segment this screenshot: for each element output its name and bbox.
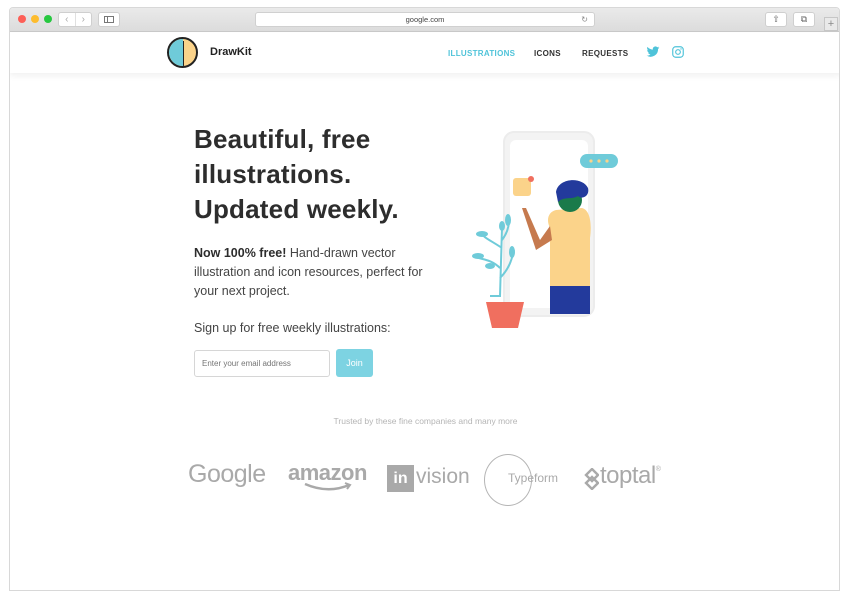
tabs-overview-button[interactable]: ⧉ (793, 12, 815, 27)
minimize-window-button[interactable] (31, 15, 39, 23)
logo-half (169, 39, 183, 66)
zoom-window-button[interactable] (44, 15, 52, 23)
hero-description: Now 100% free! Hand-drawn vector illustr… (194, 244, 434, 301)
instagram-icon[interactable] (671, 45, 685, 59)
sidebar-icon (104, 16, 114, 23)
hero-title-line: illustrations. (194, 159, 352, 189)
nav-requests[interactable]: REQUESTS (582, 49, 628, 58)
join-button[interactable]: Join (336, 349, 373, 377)
drawkit-logo[interactable] (167, 37, 203, 68)
trusted-label: Trusted by these fine companies and many… (333, 416, 518, 426)
hero-title-line: Updated weekly. (194, 194, 399, 224)
browser-toolbar: ‹ › google.com ↻ ⇧ ⧉ + (10, 8, 839, 32)
brand-name[interactable]: DrawKit (210, 46, 252, 58)
logo-line (183, 41, 184, 66)
close-window-button[interactable] (18, 15, 26, 23)
trademark-symbol: ® (655, 466, 661, 473)
forward-button[interactable]: › (76, 13, 92, 26)
share-button[interactable]: ⇧ (765, 12, 787, 27)
typeform-logo: Typeform (508, 471, 559, 485)
hero-title: Beautiful, free illustrations. Updated w… (194, 122, 494, 227)
hero-illustration (472, 131, 618, 328)
reload-icon[interactable]: ↻ (581, 13, 588, 26)
share-icon: ⇧ (772, 14, 780, 24)
sidebar-toggle-button[interactable] (98, 12, 120, 27)
site-header: DrawKit ILLUSTRATIONS ICONS REQUESTS (10, 33, 839, 73)
toptal-logo: toptal® (600, 462, 661, 490)
toptal-icon (584, 468, 599, 490)
email-input[interactable] (194, 350, 330, 377)
tabs-icon: ⧉ (800, 14, 808, 24)
nav-icons[interactable]: ICONS (534, 49, 561, 58)
new-tab-button[interactable]: + (824, 17, 838, 31)
logo-mark (167, 37, 198, 68)
address-bar[interactable]: google.com ↻ (255, 12, 595, 27)
invision-mark: in (387, 465, 414, 492)
twitter-icon[interactable] (646, 45, 660, 59)
amazon-smile-icon (304, 482, 352, 491)
free-highlight: Now 100% free! (194, 246, 287, 260)
signup-label: Sign up for free weekly illustrations: (194, 321, 391, 335)
hero-title-line: Beautiful, free (194, 124, 371, 154)
nav-illustrations[interactable]: ILLUSTRATIONS (448, 49, 515, 58)
url-text: google.com (405, 15, 445, 24)
browser-window: ‹ › google.com ↻ ⇧ ⧉ + DrawKit ILLUSTRAT… (9, 7, 840, 591)
google-logo: Google (188, 460, 266, 488)
invision-logo: vision (416, 465, 470, 488)
back-button[interactable]: ‹ (59, 13, 76, 26)
toptal-name: toptal (600, 462, 656, 489)
history-buttons: ‹ › (58, 12, 92, 27)
